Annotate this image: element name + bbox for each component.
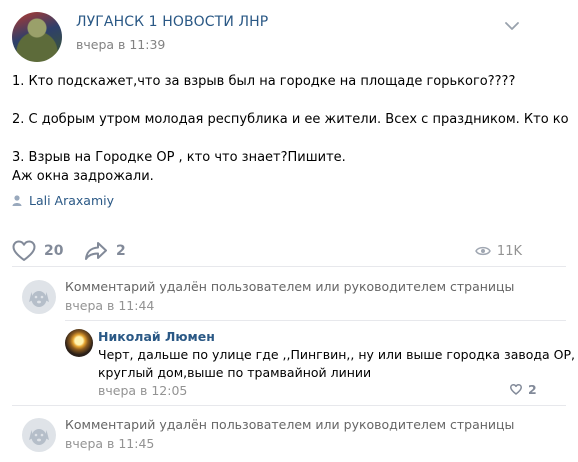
post-header: ЛУГАНСК 1 НОВОСТИ ЛНР вчера в 11:39 [0,0,578,64]
post-line: 3. Взрыв на Городке ОР , кто что знает?П… [12,150,346,165]
comment-deleted: Комментарий удалён пользователем или рук… [0,414,578,454]
share-count: 2 [116,243,126,259]
post-actions: 20 2 11K [0,236,578,266]
comment-reply: Николай Люмен Черт, дальше по улице где … [0,327,578,399]
like-count: 20 [44,243,64,259]
comment-deleted: Комментарий удалён пользователем или рук… [0,276,578,316]
post-line: 1. Кто подскажет,что за взрыв был на гор… [12,74,516,89]
comment-timestamp[interactable]: вчера в 11:44 [65,298,154,313]
post-signer[interactable]: Lali Araxamiy [12,192,114,208]
eye-icon [475,246,491,256]
comment-timestamp[interactable]: вчера в 12:05 [98,383,187,398]
chevron-down-icon[interactable] [505,21,519,31]
comment-divider [12,405,566,406]
deleted-comment-text: Комментарий удалён пользователем или рук… [65,417,515,432]
post-timestamp[interactable]: вчера в 11:39 [76,37,165,52]
group-avatar[interactable] [12,12,62,62]
post-divider [12,266,566,267]
comment-text-line: Черт, дальше по улице где ,,Пингвин,, ну… [98,347,575,362]
comment-timestamp[interactable]: вчера в 11:45 [65,436,154,451]
like-button[interactable]: 20 [12,236,63,266]
share-button[interactable]: 2 [84,236,126,266]
signer-name[interactable]: Lali Araxamiy [29,193,114,208]
post-line: Аж окна задрожали. [12,169,154,184]
commenter-avatar[interactable] [65,329,93,357]
group-name-link[interactable]: ЛУГАНСК 1 НОВОСТИ ЛНР [76,14,268,30]
deleted-comment-text: Комментарий удалён пользователем или рук… [65,279,515,294]
dog-placeholder-icon [22,280,56,314]
post-line: 2. С добрым утром молодая республика и е… [12,112,569,127]
heart-icon [510,384,522,395]
views-count: 11K [496,243,522,259]
user-icon [12,194,22,206]
dog-placeholder-icon [22,418,56,452]
views-counter: 11K [475,236,522,266]
commenter-name[interactable]: Николай Люмен [98,329,215,344]
post-text: 1. Кто подскажет,что за взрыв был на гор… [12,72,569,186]
share-arrow-icon [85,242,107,260]
comment-text-line: круглый дом,выше по трамвайной линии [98,365,372,380]
heart-icon [12,240,36,261]
comment-like-count: 2 [528,382,537,397]
comment-divider [65,320,566,321]
comment-like-button[interactable]: 2 [510,382,537,397]
